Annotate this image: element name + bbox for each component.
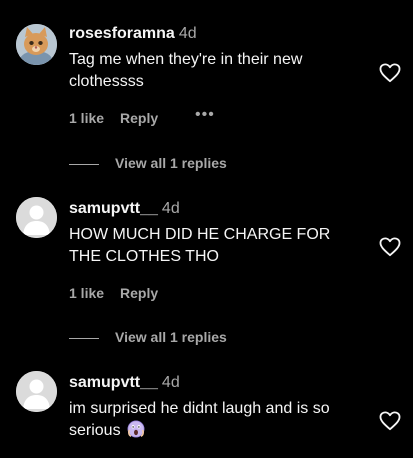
heart-icon[interactable] [379,411,401,431]
view-replies-button[interactable]: View all 1 replies [69,329,227,345]
like-count[interactable]: 1 like [69,110,104,126]
user-avatar[interactable] [16,371,57,412]
comment-text: im surprised he didnt laugh and is so se… [69,398,369,442]
comment-timestamp: 4d [178,25,197,42]
comment-username[interactable]: samupvtt__ [69,200,158,217]
comment-text-content: im surprised he didnt laugh and is so se… [69,400,330,439]
user-avatar[interactable] [16,24,57,65]
screaming-face-emoji-icon [127,420,145,438]
like-count[interactable]: 1 like [69,285,104,301]
divider-line [69,337,99,339]
reply-button[interactable]: Reply [120,285,158,301]
view-replies-button[interactable]: View all 1 replies [69,155,227,171]
default-avatar-icon [16,371,57,412]
heart-icon[interactable] [379,237,401,257]
view-replies-label: View all 1 replies [115,329,227,345]
comment-timestamp: 4d [161,200,180,217]
more-options-button[interactable]: ••• [195,106,215,124]
comment-username[interactable]: rosesforamna [69,25,175,42]
comment-username[interactable]: samupvtt__ [69,374,158,391]
reply-button[interactable]: Reply [120,110,158,126]
heart-icon[interactable] [379,63,401,83]
comment-text: HOW MUCH DID HE CHARGE FOR THE CLOTHES T… [69,226,331,265]
divider-line [69,163,99,165]
comment-text: Tag me when they're in their new clothes… [69,51,303,90]
comment-timestamp: 4d [161,374,180,391]
view-replies-label: View all 1 replies [115,155,227,171]
user-avatar[interactable] [16,197,57,238]
cat-avatar-icon [16,24,57,65]
default-avatar-icon [16,197,57,238]
